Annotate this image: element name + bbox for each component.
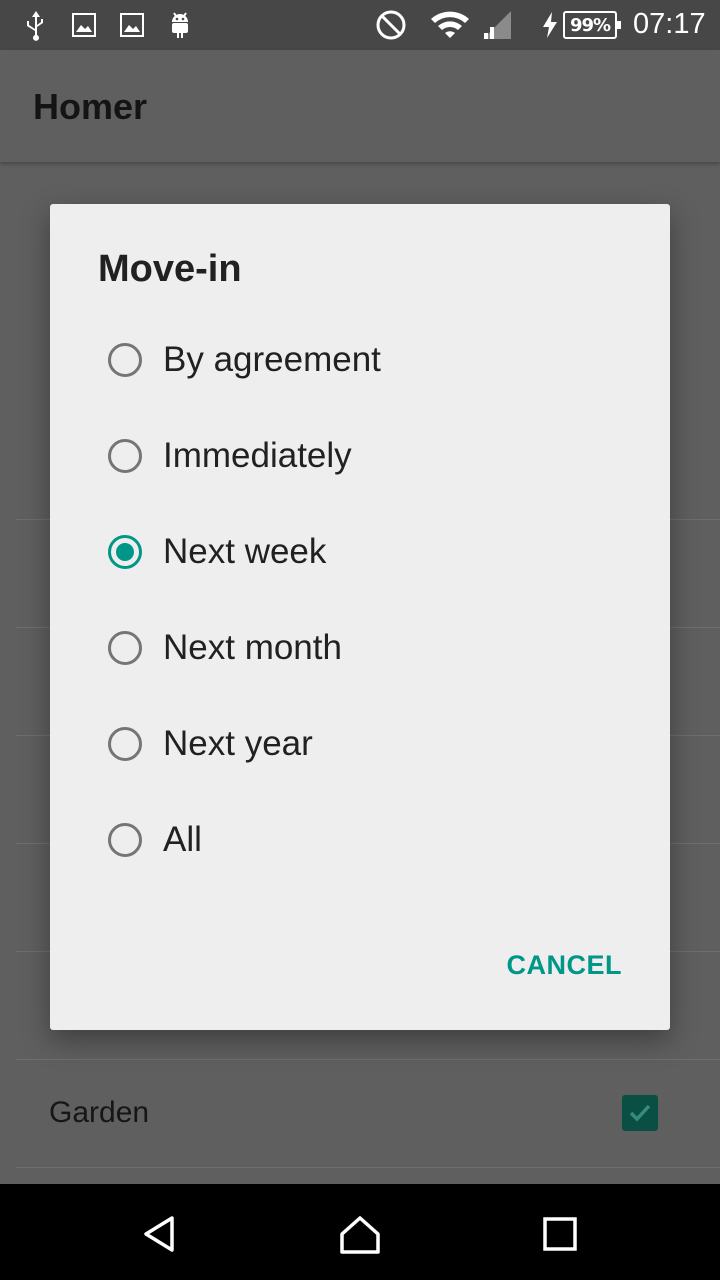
garden-checkbox[interactable]: [622, 1095, 658, 1131]
home-icon[interactable]: [338, 1212, 382, 1256]
option-all[interactable]: All: [108, 810, 628, 870]
back-icon[interactable]: [138, 1212, 182, 1256]
navigation-bar: [0, 1184, 720, 1280]
option-label: Immediately: [163, 436, 352, 475]
do-not-disturb-icon: [374, 9, 408, 41]
charging-icon: [540, 9, 560, 41]
list-divider: [16, 1059, 720, 1060]
usb-icon: [22, 9, 50, 41]
radio-button[interactable]: [108, 343, 142, 377]
app-bar: Homer: [0, 50, 720, 162]
signal-icon: [480, 9, 514, 41]
list-divider: [16, 1167, 720, 1168]
cancel-button[interactable]: CANCEL: [507, 950, 623, 981]
option-label: Next week: [163, 532, 327, 571]
check-icon: [629, 1104, 651, 1122]
option-next-week[interactable]: Next week: [108, 522, 628, 582]
clock: 07:17: [633, 8, 706, 40]
garden-label: Garden: [49, 1096, 150, 1129]
page-title: Homer: [33, 86, 148, 127]
option-immediately[interactable]: Immediately: [108, 426, 628, 486]
status-bar: 99% 07:17: [0, 0, 720, 50]
option-label: By agreement: [163, 340, 381, 379]
option-label: Next year: [163, 724, 313, 763]
radio-button-selected[interactable]: [108, 535, 142, 569]
android-icon: [166, 9, 194, 41]
radio-button[interactable]: [108, 823, 142, 857]
radio-button[interactable]: [108, 727, 142, 761]
move-in-dialog: Move-in By agreement Immediately Next we…: [50, 204, 670, 1030]
wifi-icon: [428, 9, 472, 41]
option-next-year[interactable]: Next year: [108, 714, 628, 774]
radio-button[interactable]: [108, 439, 142, 473]
option-next-month[interactable]: Next month: [108, 618, 628, 678]
recents-icon[interactable]: [538, 1212, 582, 1256]
image-icon: [70, 9, 98, 41]
option-label: All: [163, 820, 202, 859]
option-label: Next month: [163, 628, 342, 667]
battery-level: 99%: [569, 14, 611, 36]
dialog-title: Move-in: [98, 248, 242, 290]
option-by-agreement[interactable]: By agreement: [108, 330, 628, 390]
radio-button[interactable]: [108, 631, 142, 665]
image-icon: [118, 9, 146, 41]
battery-indicator: 99%: [563, 11, 621, 39]
